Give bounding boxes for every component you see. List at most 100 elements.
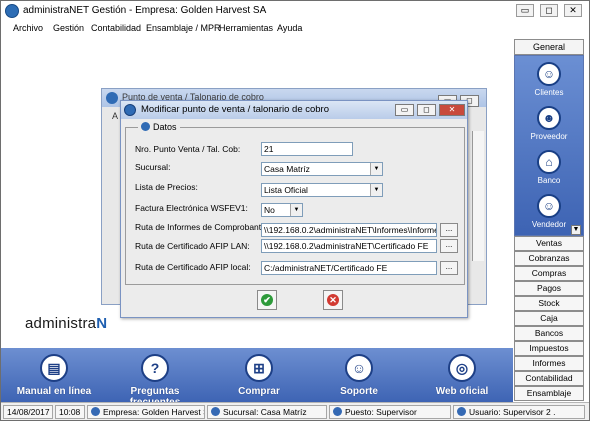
status-puesto: Puesto: Supervisor <box>329 405 451 419</box>
chevron-down-icon[interactable]: ▼ <box>370 184 382 196</box>
app-window: administraNET Gestión - Empresa: Golden … <box>0 0 590 421</box>
browse-informes-button[interactable]: ... <box>440 223 458 237</box>
buy-button[interactable]: ⊞ Comprar <box>214 352 304 402</box>
workstation-icon <box>333 407 342 416</box>
website-button[interactable]: ◎ Web oficial <box>417 352 507 402</box>
menu-archivo[interactable]: Archivo <box>13 23 43 33</box>
nro-input[interactable]: 21 <box>261 142 353 156</box>
logo-text-accent: N <box>96 315 108 332</box>
globe-icon: ◎ <box>448 354 476 382</box>
datos-group: Datos Nro. Punto Venta / Tal. Cob: 21 Su… <box>125 122 465 285</box>
maximize-button[interactable]: ◻ <box>540 4 558 17</box>
website-label: Web oficial <box>435 386 489 397</box>
browse-cert-local-button[interactable]: ... <box>440 261 458 275</box>
menu-ayuda[interactable]: Ayuda <box>277 23 302 33</box>
sidebar-section-bancos[interactable]: Bancos <box>514 326 584 341</box>
manual-button[interactable]: ▤ Manual en línea <box>9 352 99 402</box>
status-puesto-text: Puesto: Supervisor <box>345 407 417 417</box>
user-icon <box>457 407 466 416</box>
sidebar-icon-panel: ☺ Clientes ☻ Proveedor ⌂ Banco ☺ Vendedor ▼ <box>514 55 584 236</box>
status-usuario-text: Usuario: Supervisor 2 . <box>469 407 556 417</box>
sidebar-section-compras[interactable]: Compras <box>514 266 584 281</box>
status-sucursal: Sucursal: Casa Matríz <box>207 405 327 419</box>
fe-label: Factura Electrónica WSFEV1: <box>135 203 248 213</box>
sidebar-header-general[interactable]: General <box>514 39 584 55</box>
dialog-title: Modificar punto de venta / talonario de … <box>141 104 330 115</box>
chevron-down-icon[interactable]: ▼ <box>370 163 382 175</box>
menu-gestion[interactable]: Gestión <box>53 23 84 33</box>
sidebar-item-label: Banco <box>537 176 561 185</box>
sidebar-section-cobranzas[interactable]: Cobranzas <box>514 251 584 266</box>
lista-value: Lista Oficial <box>264 185 308 195</box>
fe-select[interactable]: No ▼ <box>261 203 303 217</box>
menu-herramientas[interactable]: Herramientas <box>219 23 273 33</box>
supplier-icon: ☻ <box>537 106 561 130</box>
status-sucursal-text: Sucursal: Casa Matríz <box>223 407 307 417</box>
background-grid-scrollbar[interactable] <box>472 131 484 261</box>
book-icon: ▤ <box>40 354 68 382</box>
dialog-icon <box>124 104 136 116</box>
company-icon <box>91 407 100 416</box>
status-empresa-text: Empresa: Golden Harvest SA <box>103 407 205 417</box>
support-icon: ☺ <box>345 354 373 382</box>
clients-icon: ☺ <box>537 62 561 86</box>
ruta-cert-local-input[interactable]: C:/administraNET/Certificado FE <box>261 261 437 275</box>
sidebar-section-pagos[interactable]: Pagos <box>514 281 584 296</box>
faq-button[interactable]: ?Preguntas frecuentes <box>110 352 200 408</box>
edit-point-of-sale-dialog: Modificar punto de venta / talonario de … <box>120 100 468 318</box>
sidebar-item-label: Clientes <box>534 88 564 97</box>
app-logo-icon <box>5 4 19 18</box>
title-bar: administraNET Gestión - Empresa: Golden … <box>1 1 589 21</box>
seller-icon: ☺ <box>537 194 561 218</box>
sidebar-section-ventas[interactable]: Ventas <box>514 236 584 251</box>
chevron-down-icon[interactable]: ▼ <box>290 204 302 216</box>
status-empresa: Empresa: Golden Harvest SA <box>87 405 205 419</box>
sucursal-label: Sucursal: <box>135 162 171 172</box>
sidebar-section-contabilidad[interactable]: Contabilidad <box>514 371 584 386</box>
data-icon <box>141 122 150 131</box>
sidebar-item-proveedor[interactable]: ☻ Proveedor <box>515 104 583 144</box>
dialog-maximize-button[interactable]: ◻ <box>417 104 436 116</box>
support-label: Soporte <box>340 386 378 397</box>
nro-label: Nro. Punto Venta / Tal. Cob: <box>135 144 241 154</box>
lista-select[interactable]: Lista Oficial ▼ <box>261 183 383 197</box>
sidebar-section-informes-globales[interactable]: Informes Globales <box>514 356 584 381</box>
ruta-informes-input[interactable]: \\192.168.0.2\administraNET\Informes\Inf… <box>261 223 437 237</box>
cancel-icon: ✕ <box>327 294 339 306</box>
minimize-button[interactable]: ▭ <box>516 4 534 17</box>
fe-value: No <box>264 205 275 215</box>
confirm-button[interactable]: ✔ <box>257 290 277 310</box>
sidebar-item-label: Proveedor <box>530 132 568 141</box>
menu-ensamblaje[interactable]: Ensamblaje / MPR <box>146 23 221 33</box>
branch-icon <box>211 407 220 416</box>
launcher-bar: ▤ Manual en línea ?Preguntas frecuentes ⊞… <box>1 348 513 408</box>
sidebar-section-ensamblaje[interactable]: Ensamblaje <box>514 386 584 401</box>
browse-cert-lan-button[interactable]: ... <box>440 239 458 253</box>
sidebar-section-impuestos[interactable]: Impuestos <box>514 341 584 356</box>
window-icon <box>106 92 118 104</box>
sidebar-section-caja[interactable]: Caja <box>514 311 584 326</box>
bank-icon: ⌂ <box>537 150 561 174</box>
dialog-close-button[interactable]: ✕ <box>439 104 465 116</box>
ruta-cert-lan-label: Ruta de Certificado AFIP LAN: <box>135 241 250 251</box>
sidebar-section-stock[interactable]: Stock <box>514 296 584 311</box>
background-window-tab[interactable]: A <box>112 111 118 121</box>
sidebar-item-banco[interactable]: ⌂ Banco <box>515 148 583 188</box>
sucursal-value: Casa Matríz <box>264 164 310 174</box>
support-button[interactable]: ☺ Soporte <box>314 352 404 402</box>
logo-text: administra <box>25 315 97 332</box>
module-sidebar: General ☺ Clientes ☻ Proveedor ⌂ Banco ☺ Ven… <box>514 39 584 401</box>
close-button[interactable]: ✕ <box>564 4 582 17</box>
buy-label: Comprar <box>238 386 280 397</box>
scroll-down-icon[interactable]: ▼ <box>571 225 581 235</box>
status-date: 14/08/2017 <box>3 405 53 419</box>
menu-contabilidad[interactable]: Contabilidad <box>91 23 141 33</box>
ruta-cert-lan-input[interactable]: \\192.168.0.2\administraNET\Certificado … <box>261 239 437 253</box>
status-usuario: Usuario: Supervisor 2 . <box>453 405 585 419</box>
dialog-minimize-button[interactable]: ▭ <box>395 104 414 116</box>
sidebar-item-clientes[interactable]: ☺ Clientes <box>515 60 583 100</box>
window-title: administraNET Gestión - Empresa: Golden … <box>23 5 267 16</box>
check-icon: ✔ <box>261 294 273 306</box>
cancel-button[interactable]: ✕ <box>323 290 343 310</box>
sucursal-select[interactable]: Casa Matríz ▼ <box>261 162 383 176</box>
